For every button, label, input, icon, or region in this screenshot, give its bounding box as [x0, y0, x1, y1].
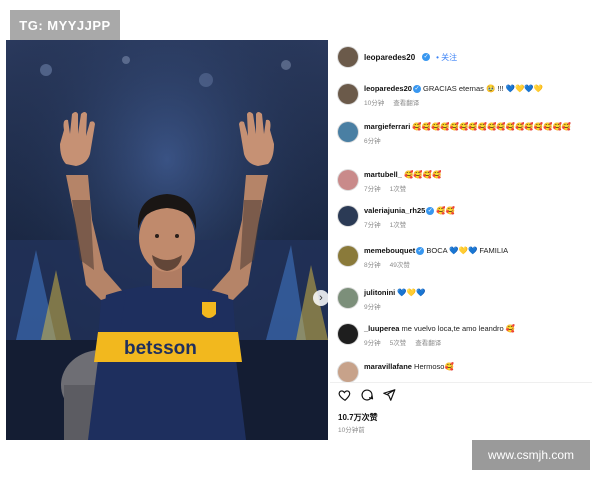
comment-item: memebouquet ✓ BOCA 💙💛💙 FAMILIA 8分钟 49次赞 — [338, 246, 586, 269]
watermark-bottom: www.csmjh.com — [472, 440, 590, 470]
commenter-username[interactable]: leoparedes20 — [364, 84, 412, 93]
comment-body: julitonini 💙💛💙 9分钟 — [364, 288, 586, 311]
comment-text: martubell_ 🥰🥰🥰🥰 — [364, 170, 586, 180]
follow-button[interactable]: • 关注 — [436, 52, 457, 63]
comment-time: 7分钟 — [364, 186, 381, 193]
post-header: leoparedes20 ✓ • 关注 — [338, 46, 457, 68]
comment-meta: 6分钟 — [364, 135, 586, 145]
comment-text: _luuperea me vuelvo loca,te amo leandro … — [364, 324, 586, 334]
comment-meta: 9分钟 5次赞 查看翻译 — [364, 337, 586, 347]
comment-message: 🥰🥰🥰🥰 — [404, 170, 442, 179]
comment-message: Hermoso🥰 — [414, 362, 454, 371]
post-time: 10分钟前 — [338, 427, 365, 434]
comment-like-count[interactable]: 5次赞 — [390, 337, 407, 347]
comment-item: maravillafane Hermoso🥰 — [338, 362, 586, 382]
next-photo-button[interactable]: › — [313, 290, 328, 306]
see-translation-link[interactable]: 查看翻译 — [393, 97, 419, 107]
comment-text: valeriajunia_rh25 ✓ 🥰🥰 — [364, 206, 586, 216]
comment-body: maravillafane Hermoso🥰 — [364, 362, 586, 382]
commenter-avatar[interactable] — [338, 84, 358, 104]
post-panel: leoparedes20 ✓ • 关注 leoparedes20 ✓ GRACIA… — [330, 40, 592, 440]
commenter-avatar[interactable] — [338, 288, 358, 308]
author-username[interactable]: leoparedes20 — [364, 53, 415, 62]
comment-body: _luuperea me vuelvo loca,te amo leandro … — [364, 324, 586, 347]
comment-meta: 9分钟 — [364, 301, 586, 311]
commenter-avatar[interactable] — [338, 170, 358, 190]
author-avatar[interactable] — [338, 47, 358, 67]
comment-meta: 7分钟 1次赞 — [364, 183, 586, 193]
comment-item: martubell_ 🥰🥰🥰🥰 7分钟 1次赞 — [338, 170, 586, 193]
commenter-username[interactable]: _luuperea — [364, 324, 399, 333]
comment-text: margieferrari 🥰🥰🥰🥰🥰🥰🥰🥰🥰🥰🥰🥰🥰🥰🥰🥰🥰 — [364, 122, 586, 132]
comment-body: leoparedes20 ✓ GRACIAS eternas 🥹 !!! 💙💛💙💛… — [364, 84, 586, 107]
comment-body: margieferrari 🥰🥰🥰🥰🥰🥰🥰🥰🥰🥰🥰🥰🥰🥰🥰🥰🥰 6分钟 — [364, 122, 586, 145]
comment-meta: 7分钟 1次赞 — [364, 219, 586, 229]
comment-like-count[interactable]: 1次赞 — [390, 219, 407, 229]
comment-item: valeriajunia_rh25 ✓ 🥰🥰 7分钟 1次赞 — [338, 206, 586, 229]
comment-like-count[interactable]: 1次赞 — [390, 183, 407, 193]
commenter-avatar[interactable] — [338, 122, 358, 142]
commenter-avatar[interactable] — [338, 324, 358, 344]
commenter-avatar[interactable] — [338, 246, 358, 266]
comment-meta: 8分钟 49次赞 — [364, 259, 586, 269]
verified-badge-icon: ✓ — [426, 207, 435, 216]
share-send-icon[interactable] — [382, 388, 396, 402]
post-photo[interactable]: betsson › — [6, 40, 328, 440]
see-translation-link[interactable]: 查看翻译 — [415, 337, 441, 347]
comment-text: julitonini 💙💛💙 — [364, 288, 586, 298]
comment-message: 🥰🥰 — [436, 206, 456, 215]
comment-body: memebouquet ✓ BOCA 💙💛💙 FAMILIA 8分钟 49次赞 — [364, 246, 586, 269]
comment-message: GRACIAS eternas 🥹 !!! 💙💛💙💛 — [423, 84, 544, 93]
comment-body: valeriajunia_rh25 ✓ 🥰🥰 7分钟 1次赞 — [364, 206, 586, 229]
commenter-avatar[interactable] — [338, 362, 358, 382]
comment-time: 8分钟 — [364, 262, 381, 269]
comment-message: me vuelvo loca,te amo leandro 🥰 — [401, 324, 516, 333]
comment-like-count[interactable]: 49次赞 — [390, 259, 410, 269]
watermark-top: TG: MYYJJPP — [10, 10, 120, 40]
comment-time: 9分钟 — [364, 304, 381, 311]
comment-message: 💙💛💙 — [397, 288, 426, 297]
comment-time: 6分钟 — [364, 138, 381, 145]
like-heart-icon[interactable] — [338, 388, 352, 402]
commenter-username[interactable]: julitonini — [364, 288, 395, 297]
follow-label: 关注 — [441, 52, 458, 62]
commenter-username[interactable]: margieferrari — [364, 122, 410, 131]
commenter-avatar[interactable] — [338, 206, 358, 226]
comment-body: martubell_ 🥰🥰🥰🥰 7分钟 1次赞 — [364, 170, 586, 193]
comment-text: memebouquet ✓ BOCA 💙💛💙 FAMILIA — [364, 246, 586, 256]
commenter-username[interactable]: martubell_ — [364, 170, 402, 179]
comment-message: 🥰🥰🥰🥰🥰🥰🥰🥰🥰🥰🥰🥰🥰🥰🥰🥰🥰 — [412, 122, 572, 131]
comment-text: leoparedes20 ✓ GRACIAS eternas 🥹 !!! 💙💛💙💛 — [364, 84, 586, 94]
comment-time: 10分钟 — [364, 100, 385, 107]
comment-item: _luuperea me vuelvo loca,te amo leandro … — [338, 324, 586, 347]
commenter-username[interactable]: maravillafane — [364, 362, 412, 371]
verified-badge-icon: ✓ — [412, 85, 421, 94]
commenter-username[interactable]: memebouquet — [364, 246, 415, 255]
comment-item: leoparedes20 ✓ GRACIAS eternas 🥹 !!! 💙💛💙💛… — [338, 84, 586, 107]
comment-message: BOCA 💙💛💙 FAMILIA — [426, 246, 509, 255]
comment-bubble-icon[interactable] — [360, 388, 374, 402]
commenter-username[interactable]: valeriajunia_rh25 — [364, 206, 425, 215]
action-bar — [338, 388, 396, 402]
comment-time: 7分钟 — [364, 222, 381, 229]
comment-meta: 10分钟 查看翻译 — [364, 97, 586, 107]
verified-badge-icon: ✓ — [416, 247, 425, 256]
comment-item: margieferrari 🥰🥰🥰🥰🥰🥰🥰🥰🥰🥰🥰🥰🥰🥰🥰🥰🥰 6分钟 — [338, 122, 586, 145]
jersey-sponsor-text: betsson — [124, 338, 197, 359]
likes-count[interactable]: 10.7万次赞 — [338, 412, 378, 423]
comment-text: maravillafane Hermoso🥰 — [364, 362, 586, 372]
verified-badge-icon: ✓ — [422, 53, 431, 61]
comment-time: 9分钟 — [364, 340, 381, 347]
comment-item: julitonini 💙💛💙 9分钟 — [338, 288, 586, 311]
post-photo-image: betsson — [6, 40, 328, 440]
divider — [330, 382, 592, 383]
